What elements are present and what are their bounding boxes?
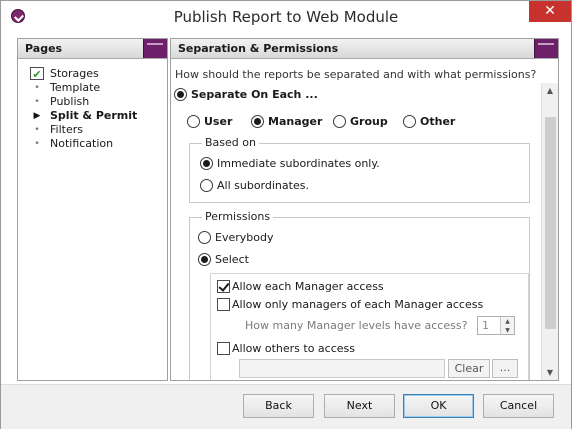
scroll-down-icon[interactable]: ▼	[542, 365, 558, 380]
separate-on-each-radio[interactable]: Separate On Each ...	[174, 87, 318, 101]
browse-button[interactable]: ...	[492, 359, 518, 378]
allow-each-checkbox[interactable]: Allow each Manager access	[217, 279, 384, 293]
window-title: Publish Report to Web Module	[173, 8, 399, 26]
permissions-group: Permissions Everybody Select Allow each …	[189, 210, 530, 380]
sidebar-item-storages[interactable]: ✔ Storages	[26, 67, 137, 81]
other-option-label: Other	[420, 114, 456, 128]
allow-each-label: Allow each Manager access	[232, 279, 384, 293]
immediate-subordinates-label: Immediate subordinates only.	[217, 156, 380, 170]
stepper-arrows[interactable]: ▲ ▼	[500, 317, 514, 334]
pages-header-label: Pages	[25, 42, 63, 55]
pages-header: Pages	[18, 39, 167, 59]
radio-icon	[200, 156, 213, 170]
sidebar-item-template[interactable]: • Template	[26, 81, 137, 95]
pages-list: ✔ Storages • Template • Publish ▶ Split …	[26, 67, 137, 151]
manager-option-label: Manager	[268, 114, 323, 128]
levels-label: How many Manager levels have access?	[245, 319, 468, 332]
based-on-title: Based on	[202, 136, 259, 149]
radio-icon	[403, 114, 416, 128]
checkbox-icon	[217, 341, 230, 355]
everybody-radio[interactable]: Everybody	[198, 230, 273, 244]
all-subordinates-label: All subordinates.	[217, 178, 309, 192]
separate-on-each-label: Separate On Each ...	[191, 87, 318, 101]
radio-icon	[251, 114, 264, 128]
cancel-button[interactable]: Cancel	[483, 394, 554, 418]
radio-icon	[198, 252, 211, 266]
radio-icon	[333, 114, 346, 128]
title-bar: Publish Report to Web Module ✕	[1, 1, 571, 33]
radio-icon	[174, 87, 187, 101]
select-label: Select	[215, 252, 249, 266]
allow-only-label: Allow only managers of each Manager acce…	[232, 297, 484, 311]
permissions-title: Permissions	[202, 210, 274, 223]
sidebar-item-label: Filters	[50, 123, 83, 136]
user-option-label: User	[204, 114, 233, 128]
scroll-up-icon[interactable]: ▲	[542, 83, 558, 99]
clear-button[interactable]: Clear	[448, 359, 490, 378]
scroll-thumb[interactable]	[545, 117, 556, 329]
radio-icon	[198, 230, 211, 244]
separate-group-radio[interactable]: Group	[333, 114, 388, 128]
radio-icon	[187, 114, 200, 128]
dot-icon: •	[34, 125, 40, 135]
check-icon: ✔	[30, 67, 44, 81]
sidebar-item-label: Template	[50, 81, 101, 94]
based-on-group: Based on Immediate subordinates only. Al…	[189, 136, 530, 203]
arrow-icon: ▶	[33, 111, 41, 121]
group-option-label: Group	[350, 114, 388, 128]
button-bar: Back Next OK Cancel	[1, 384, 571, 429]
question-text: How should the reports be separated and …	[175, 68, 537, 81]
allow-only-checkbox[interactable]: Allow only managers of each Manager acce…	[217, 297, 483, 311]
next-button[interactable]: Next	[324, 394, 395, 418]
pages-panel: Pages ✔ Storages • Template • Publish ▶	[17, 38, 168, 381]
header-accent-icon	[143, 39, 167, 58]
levels-value: 1	[482, 319, 489, 332]
select-radio[interactable]: Select	[198, 252, 249, 266]
all-subordinates-radio[interactable]: All subordinates.	[200, 178, 309, 192]
main-header: Separation & Permissions	[171, 39, 558, 59]
header-accent-icon	[534, 39, 558, 58]
sidebar-item-label: Split & Permit	[50, 109, 138, 122]
separate-manager-radio[interactable]: Manager	[251, 114, 322, 128]
stepper-up-icon[interactable]: ▲	[501, 317, 514, 326]
close-button[interactable]: ✕	[529, 1, 571, 22]
dot-icon: •	[34, 139, 40, 149]
options-scroll-area: Separate On Each ... User Manager Group …	[171, 83, 541, 380]
separate-other-radio[interactable]: Other	[403, 114, 455, 128]
main-header-label: Separation & Permissions	[178, 42, 339, 55]
dialog-window: Publish Report to Web Module ✕ Pages ✔ S…	[0, 0, 572, 429]
checkbox-icon	[217, 279, 230, 293]
sidebar-item-filters[interactable]: • Filters	[26, 123, 137, 137]
dot-icon: •	[34, 97, 40, 107]
vertical-scrollbar[interactable]: ▲ ▼	[541, 83, 558, 380]
select-options-box: Allow each Manager access Allow only man…	[210, 273, 529, 380]
levels-stepper[interactable]: 1 ▲ ▼	[477, 316, 515, 335]
dot-icon: •	[34, 83, 40, 93]
sidebar-item-split-permit[interactable]: ▶ Split & Permit	[26, 109, 138, 123]
stepper-down-icon[interactable]: ▼	[501, 326, 514, 335]
ok-button[interactable]: OK	[403, 394, 474, 418]
radio-icon	[200, 178, 213, 192]
everybody-label: Everybody	[215, 230, 274, 244]
sidebar-item-notification[interactable]: • Notification	[26, 137, 137, 151]
allow-others-checkbox[interactable]: Allow others to access	[217, 341, 355, 355]
sidebar-item-label: Notification	[50, 137, 114, 150]
sidebar-item-label: Storages	[50, 67, 99, 80]
allow-others-label: Allow others to access	[232, 341, 355, 355]
sidebar-item-label: Publish	[50, 95, 90, 108]
checkbox-icon	[217, 297, 230, 311]
others-field[interactable]	[239, 359, 445, 378]
immediate-subordinates-radio[interactable]: Immediate subordinates only.	[200, 156, 380, 170]
main-panel: Separation & Permissions How should the …	[170, 38, 559, 381]
back-button[interactable]: Back	[243, 394, 314, 418]
sidebar-item-publish[interactable]: • Publish	[26, 95, 137, 109]
dialog-content: Pages ✔ Storages • Template • Publish ▶	[11, 33, 561, 381]
separate-user-radio[interactable]: User	[187, 114, 232, 128]
